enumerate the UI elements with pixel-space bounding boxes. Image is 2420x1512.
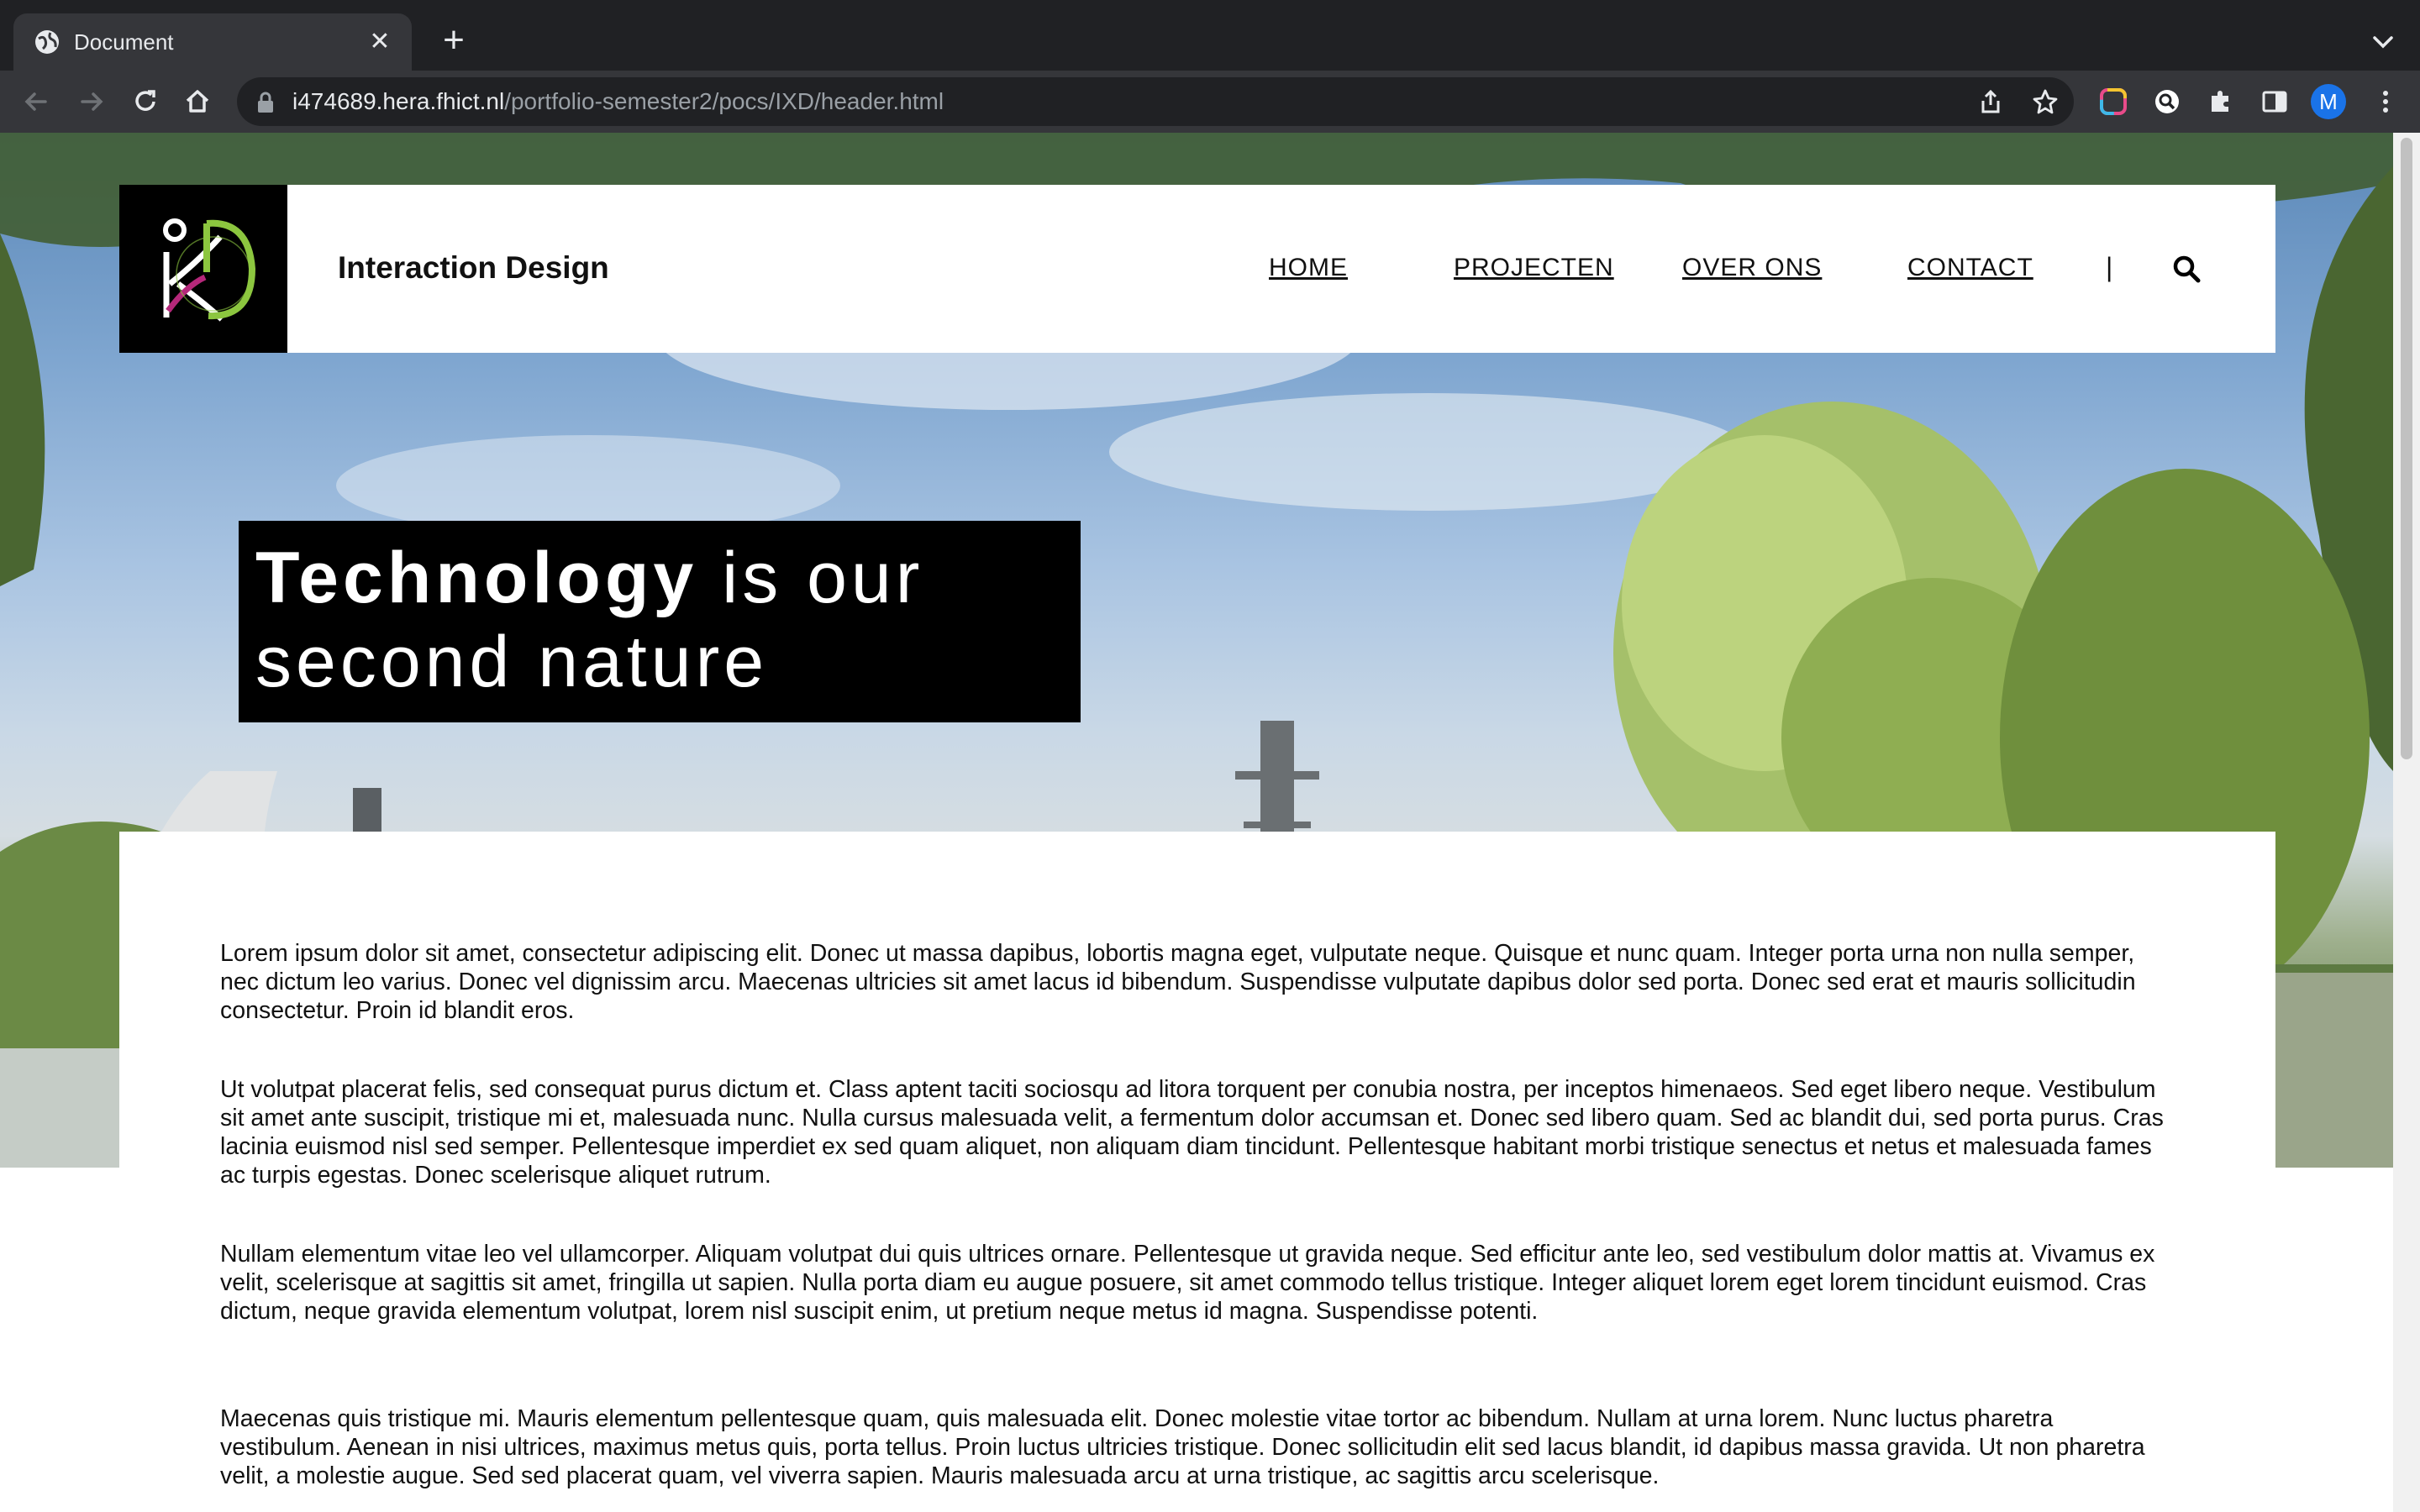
- color-extension-button[interactable]: [2094, 82, 2133, 121]
- logo[interactable]: [119, 185, 287, 353]
- more-vertical-icon: [2383, 91, 2388, 113]
- headline-line-2: second nature: [255, 622, 769, 702]
- url-path: /portfolio-semester2/pocs/IXD/header.htm…: [504, 88, 944, 114]
- lock-icon: [258, 92, 273, 113]
- nav-item-home[interactable]: HOME: [1269, 254, 1348, 282]
- arrow-left-icon: [24, 92, 47, 111]
- nav-item-projecten[interactable]: PROJECTEN: [1454, 254, 1614, 282]
- nav-item-contact[interactable]: CONTACT: [1907, 254, 2033, 282]
- headline-line-1: Technology is our: [255, 536, 1064, 620]
- home-button[interactable]: [178, 82, 217, 121]
- close-icon[interactable]: ✕: [365, 27, 395, 57]
- tab-title: Document: [74, 29, 174, 55]
- scrollbar[interactable]: [2393, 133, 2420, 1512]
- hero-headline: Technology is our second nature: [239, 521, 1081, 722]
- arrow-right-icon: [81, 92, 103, 111]
- headline-bold: Technology: [255, 538, 698, 618]
- puzzle-icon: [2212, 91, 2228, 112]
- globe-icon: [35, 30, 59, 54]
- url-text: i474689.hera.fhict.nl/portfolio-semester…: [292, 88, 944, 115]
- browser-toolbar: i474689.hera.fhict.nl/portfolio-semester…: [0, 71, 2420, 133]
- site-header: Interaction Design HOME PROJECTEN OVER O…: [119, 185, 2275, 353]
- profile-button[interactable]: M: [2309, 82, 2348, 121]
- share-icon[interactable]: [1976, 87, 2005, 116]
- browser-tab[interactable]: Document ✕: [13, 13, 412, 71]
- reload-button[interactable]: [126, 82, 165, 121]
- side-panel-icon: [2262, 91, 2287, 113]
- chevron-down-icon[interactable]: [2366, 25, 2400, 59]
- scrollbar-thumb[interactable]: [2401, 138, 2412, 759]
- side-panel-button[interactable]: [2255, 82, 2294, 121]
- search-extension-button[interactable]: [2148, 82, 2186, 121]
- address-bar[interactable]: i474689.hera.fhict.nl/portfolio-semester…: [237, 77, 2074, 126]
- nav-separator: |: [2106, 252, 2113, 282]
- color-wheel-icon: [2100, 88, 2127, 115]
- profile-initial: M: [2319, 89, 2338, 114]
- new-tab-button[interactable]: +: [437, 22, 471, 59]
- extensions-button[interactable]: [2202, 82, 2240, 121]
- magnifier-extension-icon: [2155, 90, 2179, 113]
- menu-button[interactable]: [2366, 82, 2405, 121]
- page-viewport: Interaction Design HOME PROJECTEN OVER O…: [0, 133, 2393, 1512]
- headline-rest-1: is our: [697, 538, 924, 618]
- search-icon[interactable]: [2170, 252, 2203, 286]
- star-icon[interactable]: [2031, 87, 2060, 116]
- url-host: i474689.hera.fhict.nl: [292, 88, 505, 114]
- site-title: Interaction Design: [338, 250, 609, 285]
- paragraph-1: Lorem ipsum dolor sit amet, consectetur …: [220, 940, 2136, 1024]
- home-icon: [186, 90, 209, 113]
- ixd-logo-icon: [163, 218, 256, 322]
- paragraph-2: Ut volutpat placerat felis, sed consequa…: [220, 1076, 2164, 1189]
- back-button[interactable]: [17, 82, 55, 121]
- reload-icon: [135, 90, 155, 111]
- paragraph-4: Maecenas quis tristique mi. Mauris eleme…: [220, 1405, 2145, 1489]
- content-card: Lorem ipsum dolor sit amet, consectetur …: [119, 832, 2275, 1512]
- tab-strip: Document ✕ +: [0, 0, 2420, 71]
- forward-button[interactable]: [72, 82, 111, 121]
- browser-chrome: Document ✕ + i474689.hera.fhict.nl/portf…: [0, 0, 2420, 133]
- paragraph-3: Nullam elementum vitae leo vel ullamcorp…: [220, 1241, 2155, 1325]
- nav-item-over-ons[interactable]: OVER ONS: [1682, 254, 1822, 282]
